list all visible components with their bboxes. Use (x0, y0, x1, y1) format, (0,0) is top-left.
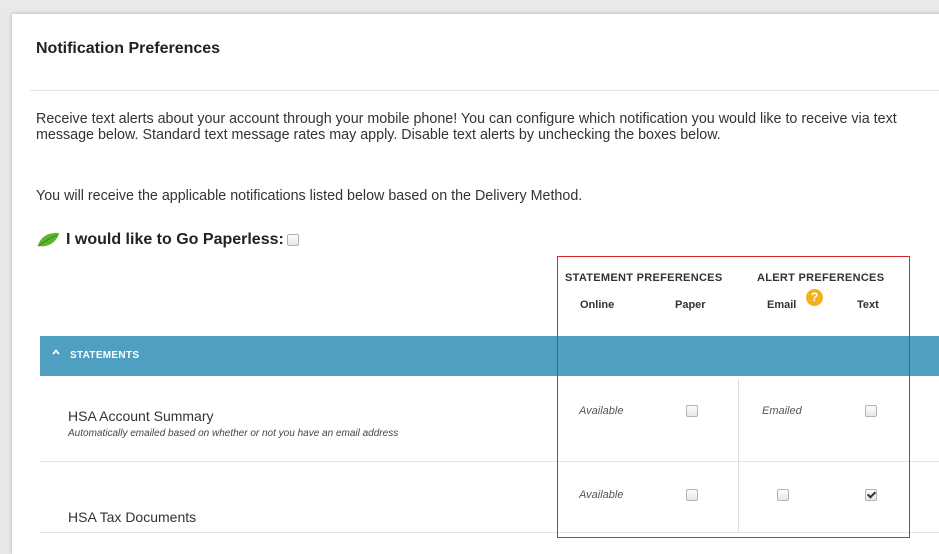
statements-section-label: STATEMENTS (70, 350, 140, 361)
panel-title: Notification Preferences (36, 40, 221, 57)
row-hsa-account-summary-subtitle: Automatically emailed based on whether o… (68, 428, 399, 439)
intro-text: Receive text alerts about your account t… (36, 111, 897, 143)
row-hsa-tax-documents-title: HSA Tax Documents (68, 509, 197, 525)
go-paperless-label: I would like to Go Paperless: (66, 231, 284, 248)
go-paperless-row: I would like to Go Paperless: (36, 231, 299, 249)
preferences-highlight-box (557, 256, 910, 538)
chevron-up-icon[interactable] (52, 348, 60, 356)
go-paperless-checkbox[interactable] (286, 234, 299, 246)
row-hsa-account-summary-title: HSA Account Summary (68, 408, 214, 424)
leaf-icon (37, 232, 59, 247)
title-divider (30, 90, 939, 91)
delivery-method-text: You will receive the applicable notifica… (36, 188, 583, 204)
